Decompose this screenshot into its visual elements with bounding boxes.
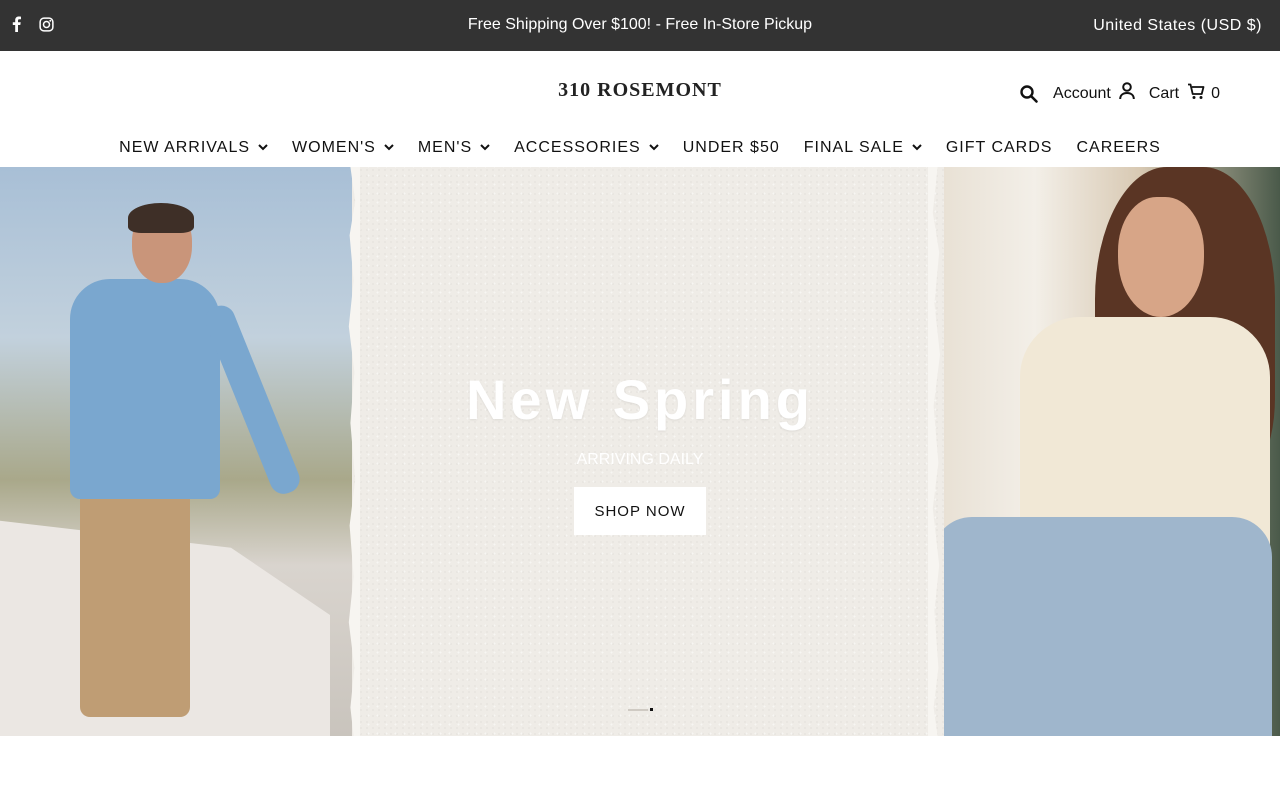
hero-slideshow: New Spring ARRIVING DAILY SHOP NOW xyxy=(0,167,1280,736)
slide-dot-2[interactable] xyxy=(650,708,653,711)
nav-item-careers[interactable]: CAREERS xyxy=(1076,139,1160,157)
chevron-down-icon xyxy=(649,144,659,152)
header-actions: Account Cart 0 xyxy=(1019,82,1220,105)
slide-indicators xyxy=(628,708,653,711)
chevron-down-icon xyxy=(480,144,490,152)
account-link[interactable]: Account xyxy=(1053,82,1135,105)
hero-title: New Spring xyxy=(465,368,815,431)
nav-item-label: UNDER $50 xyxy=(682,139,780,156)
chevron-down-icon xyxy=(384,144,394,152)
man-hair-shape xyxy=(128,203,194,233)
nav-item-label: NEW ARRIVALS xyxy=(119,139,251,156)
announcement-bar: Free Shipping Over $100! - Free In-Store… xyxy=(0,0,1280,51)
nav-item-label: FINAL SALE xyxy=(803,139,904,156)
nav-item-label: CAREERS xyxy=(1076,139,1161,156)
site-header: 310 ROSEMONT Account Cart 0 NEW ARRIVALS… xyxy=(0,51,1280,167)
cart-link[interactable]: Cart 0 xyxy=(1149,83,1220,105)
nav-item-label: MEN'S xyxy=(417,139,473,156)
main-nav: NEW ARRIVALS WOMEN'S MEN'S ACCESSORIES U… xyxy=(0,139,1280,157)
nav-item-new-arrivals[interactable]: NEW ARRIVALS xyxy=(119,139,268,157)
cart-icon xyxy=(1187,83,1205,105)
account-label: Account xyxy=(1053,84,1111,102)
nav-item-gift-cards[interactable]: GIFT CARDS xyxy=(946,139,1053,157)
nav-item-mens[interactable]: MEN'S xyxy=(418,139,490,157)
cart-label: Cart xyxy=(1148,84,1180,102)
man-legs-shape xyxy=(80,487,190,717)
nav-item-womens[interactable]: WOMEN'S xyxy=(292,139,394,157)
nav-item-accessories[interactable]: ACCESSORIES xyxy=(514,139,659,157)
chevron-down-icon xyxy=(912,144,922,152)
nav-item-label: WOMEN'S xyxy=(292,139,376,156)
cart-count: 0 xyxy=(1211,84,1220,102)
nav-item-final-sale[interactable]: FINAL SALE xyxy=(804,139,922,157)
hero-subtitle: ARRIVING DAILY xyxy=(576,451,704,468)
slide-dot-1[interactable] xyxy=(628,708,648,711)
search-icon[interactable] xyxy=(1019,84,1039,104)
nav-item-label: ACCESSORIES xyxy=(514,139,641,156)
chevron-down-icon xyxy=(258,144,268,152)
announcement-text[interactable]: Free Shipping Over $100! - Free In-Store… xyxy=(0,16,1280,34)
user-icon xyxy=(1119,82,1135,105)
woman-face-shape xyxy=(1118,197,1204,317)
currency-selector[interactable]: United States (USD $) xyxy=(1093,17,1262,35)
woman-jeans-shape xyxy=(932,517,1272,736)
logo-text[interactable]: 310 ROSEMONT xyxy=(558,79,722,101)
nav-item-label: GIFT CARDS xyxy=(945,139,1053,156)
nav-item-under-50[interactable]: UNDER $50 xyxy=(683,139,780,157)
shop-now-button[interactable]: SHOP NOW xyxy=(574,487,706,535)
